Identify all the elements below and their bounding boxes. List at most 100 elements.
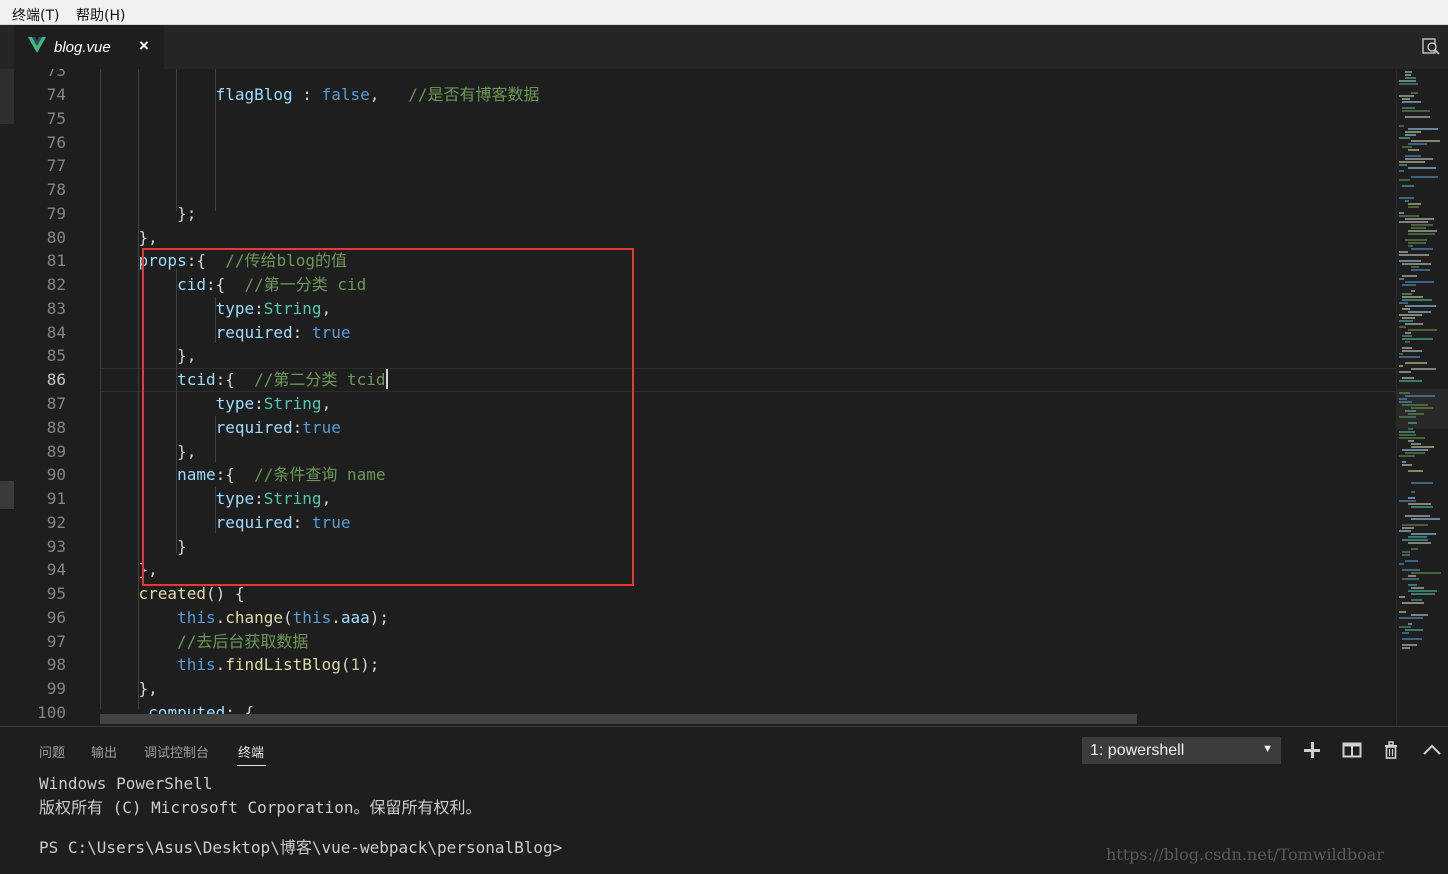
indent-guide [138,69,139,709]
minimap-line [1399,125,1404,127]
code-line[interactable]: 79 }; [14,202,1396,226]
code-token: ); [369,607,390,627]
minimap-line [1411,533,1436,535]
trash-icon[interactable] [1380,739,1402,761]
tab-problems[interactable]: 问题 [39,742,65,761]
minimap-line [1411,518,1440,520]
minimap-line [1405,116,1430,118]
minimap-line [1399,137,1410,139]
minimap-line [1411,290,1415,292]
code-line[interactable]: 77 [14,154,1396,178]
minimap-line [1408,233,1435,235]
code-token: this [177,607,216,627]
minimap-line [1402,551,1410,553]
code-line[interactable]: 78 [14,178,1396,202]
close-icon[interactable]: × [139,36,149,56]
code-token: //去后台获取数据 [177,631,309,651]
code-line[interactable]: 75 [14,107,1396,131]
minimap-line [1405,77,1416,79]
code-line[interactable]: 80 }, [14,226,1396,250]
code-token: flagBlog [215,85,293,104]
minimap-line [1399,254,1429,256]
code-line[interactable]: 97 //去后台获取数据 [14,630,1396,654]
minimap-line [1405,218,1434,220]
line-number: 99 [46,679,66,699]
terminal-select-value: 1: powershell [1090,742,1185,759]
minimap-line [1408,542,1431,544]
code-line[interactable]: 98 this.findListBlog(1); [14,653,1396,677]
minimap-line [1405,362,1427,364]
minimap-line [1402,461,1406,463]
minimap-line [1405,158,1433,160]
minimap-line [1399,161,1425,163]
indent-guide [215,69,216,211]
code-token: : [292,85,322,104]
code-line[interactable]: 74 flagBlog : false, //是否有博客数据 [14,83,1396,107]
code-token: }; [100,203,197,223]
plus-icon[interactable] [1301,739,1323,761]
code-line[interactable]: 73 [14,69,1396,83]
minimap-line [1399,356,1420,358]
minimap-line [1402,284,1416,286]
minimap-line [1402,263,1431,265]
code-token: . [331,607,341,627]
minimap-line [1408,503,1431,505]
minimap-line [1411,269,1430,271]
minimap-line [1402,404,1428,406]
line-number: 89 [46,441,66,461]
code-line[interactable]: 96 this.change(this.aaa); [14,606,1396,630]
minimap-line [1402,185,1414,187]
minimap-line [1402,338,1433,340]
code-line[interactable]: 99 }, [14,677,1396,701]
line-number: 73 [46,69,66,81]
tab-terminal[interactable]: 终端 [238,742,264,761]
minimap-line [1399,278,1404,280]
code-line[interactable]: 76 [14,131,1396,155]
minimap-line [1399,221,1428,223]
terminal-select[interactable]: 1: powershell ▼ [1082,737,1281,764]
minimap-line [1399,380,1422,382]
minimap-line [1402,632,1409,634]
minimap-line [1405,560,1418,562]
minimap-line [1399,365,1403,367]
code-token: }, [100,679,158,699]
terminal-prompt[interactable]: PS C:\Users\Asus\Desktop\博客\vue-webpack\… [39,834,562,858]
tab-debug-console[interactable]: 调试控制台 [144,742,209,761]
indent-guide [215,487,216,533]
minimap[interactable] [1396,69,1448,726]
minimap-line [1399,563,1404,565]
minimap-line [1402,293,1412,295]
minimap-line [1402,107,1415,109]
horizontal-scrollbar[interactable] [100,714,1137,724]
minimap-line [1399,353,1403,355]
open-changes-icon[interactable] [1420,36,1442,58]
minimap-line [1399,611,1406,613]
indent-guide [176,269,177,553]
chevron-up-icon[interactable] [1421,739,1443,761]
minimap-line [1402,146,1412,148]
line-number: 77 [46,156,66,176]
tab-output[interactable]: 输出 [91,742,117,761]
code-editor[interactable]: 73 74 flagBlog : false, //是否有博客数据 75 76 77 78… [0,69,1448,726]
code-text: }; [100,202,196,226]
editor-tab-blog-vue[interactable]: blog.vue × [14,25,164,69]
line-number: 92 [46,512,66,532]
minimap-line [1411,92,1418,94]
split-terminal-icon[interactable] [1341,739,1363,761]
line-number: 100 [37,703,66,723]
code-text: flagBlog : false, //是否有博客数据 [100,83,540,107]
minimap-line [1411,227,1426,229]
code-text: }, [100,226,158,250]
minimap-line [1408,203,1421,205]
minimap-line [1411,599,1422,601]
indent-guide [215,416,216,462]
minimap-line [1411,248,1433,250]
minimap-line [1405,200,1409,202]
minimap-line [1399,314,1422,316]
minimap-line [1411,506,1433,508]
minimap-line [1402,299,1432,301]
menu-help[interactable]: 帮助(H) [76,5,125,25]
minimap-line [1402,317,1415,319]
menu-terminal[interactable]: 终端(T) [12,5,59,25]
minimap-line [1402,578,1419,580]
